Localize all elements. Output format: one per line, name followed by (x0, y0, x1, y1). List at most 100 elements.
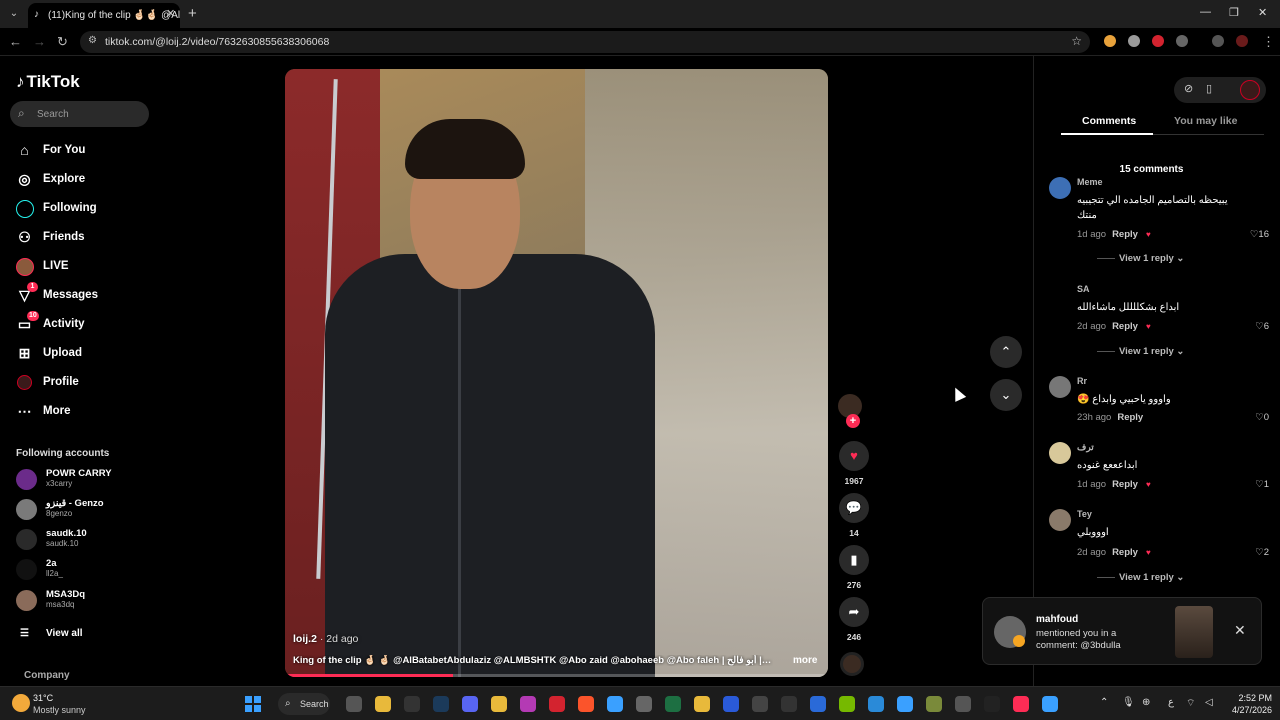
reply-button[interactable]: Reply (1117, 412, 1143, 423)
video-player[interactable]: loij.2 · 2d ago King of the clip 🤞🏻 🤞🏻 @… (285, 69, 828, 677)
tray-app-icon[interactable]: ⊕ (1142, 697, 1150, 708)
comment-like[interactable]: ♡16 (1250, 229, 1269, 240)
account-item[interactable]: POWR CARRY x3carry (16, 467, 156, 493)
extension-red-icon[interactable] (1152, 35, 1164, 47)
next-video-chevron-down-icon[interactable]: ⌄ (990, 379, 1022, 411)
music-disc-icon[interactable] (840, 652, 864, 676)
company-link[interactable]: Company (24, 670, 70, 681)
discord-icon[interactable] (462, 696, 478, 712)
browser-menu-icon[interactable]: ⋮ (1262, 34, 1275, 50)
reply-button[interactable]: Reply (1112, 321, 1138, 332)
browser-tab[interactable]: ♪ (11)King of the clip 🤞🏻🤞🏻 @Al… (28, 3, 180, 28)
restore-icon[interactable]: ❐ (1229, 6, 1239, 19)
bookmark-star-icon[interactable]: ☆ (1071, 34, 1082, 48)
nav-friends[interactable]: ⚇ Friends (16, 227, 156, 249)
new-tab-icon[interactable]: + (188, 5, 197, 22)
minimize-icon[interactable]: — (1200, 6, 1211, 18)
forward-icon[interactable]: → (33, 34, 46, 49)
tab-close-icon[interactable]: ✕ (166, 7, 175, 20)
nav-upload[interactable]: ⊞ Upload (16, 343, 156, 365)
comment-user[interactable]: Rr (1077, 376, 1087, 386)
close-window-icon[interactable]: ✕ (1258, 6, 1267, 19)
device-icon[interactable]: ▯ (1206, 82, 1212, 95)
bookmark-icon[interactable]: ▮ (839, 545, 869, 575)
nav-following[interactable]: Following (16, 198, 156, 220)
comment-user[interactable]: Meme (1077, 177, 1103, 187)
windows-start-icon[interactable] (245, 696, 261, 712)
account-item[interactable]: 2a ll2a_ (16, 557, 156, 583)
mention-notification[interactable]: mahfoud mentioned you in a comment: @3bd… (982, 597, 1262, 665)
epic-games-icon[interactable] (404, 696, 420, 712)
comment-like[interactable]: ♡2 (1255, 547, 1269, 558)
app-icon[interactable] (723, 696, 739, 712)
account-item[interactable]: قينزو - Genzo 8genzo (16, 497, 156, 523)
video-author[interactable]: loij.2 · 2d ago (293, 633, 358, 645)
like-heart-icon[interactable]: ♥ (839, 441, 869, 471)
follow-plus-icon[interactable]: + (846, 414, 860, 428)
comment-avatar[interactable] (1049, 177, 1071, 199)
excel-icon[interactable] (665, 696, 681, 712)
steam-icon[interactable] (433, 696, 449, 712)
nav-messages[interactable]: ▽ 1 Messages (16, 282, 156, 307)
app-icon[interactable] (694, 696, 710, 712)
microphone-icon[interactable]: 🎙 (1122, 697, 1135, 708)
app-icon[interactable] (926, 696, 942, 712)
compass-icon[interactable]: ⊘ (1184, 82, 1193, 95)
capcut-icon[interactable] (781, 696, 797, 712)
comment-user[interactable]: ترف (1077, 442, 1094, 453)
reply-button[interactable]: Reply (1112, 479, 1138, 490)
nav-explore[interactable]: ◎ Explore (16, 169, 156, 191)
app-icon[interactable] (752, 696, 768, 712)
tab-comments[interactable]: Comments (1082, 115, 1136, 127)
brave-icon[interactable] (578, 696, 594, 712)
comment-avatar[interactable] (1049, 509, 1071, 531)
app-icon[interactable] (955, 696, 971, 712)
nav-profile[interactable]: Profile (16, 372, 156, 394)
nav-for-you[interactable]: ⌂ For You (16, 140, 156, 162)
comment-like[interactable]: ♡6 (1255, 321, 1269, 332)
caption-more-button[interactable]: more (793, 655, 817, 666)
reply-button[interactable]: Reply (1112, 229, 1138, 240)
comment-like[interactable]: ♡1 (1255, 479, 1269, 490)
previous-video-chevron-up-icon[interactable]: ⌃ (990, 336, 1022, 368)
comment-avatar[interactable] (1049, 442, 1071, 464)
account-item[interactable]: MSA3Dq msa3dq (16, 588, 156, 614)
wifi-icon[interactable]: ⌔ (1186, 697, 1195, 710)
volume-icon[interactable]: ◁ (1205, 697, 1213, 708)
extension-shield-icon[interactable] (1128, 35, 1140, 47)
keyboard-language[interactable]: ع (1168, 697, 1174, 708)
comment-user[interactable]: Tey (1077, 509, 1092, 519)
comment-icon[interactable]: 💬 (839, 493, 869, 523)
view-replies-button[interactable]: View 1 reply ⌄ (1097, 253, 1184, 264)
reload-icon[interactable]: ↻ (57, 34, 68, 50)
comment-avatar[interactable] (1049, 284, 1071, 306)
reply-button[interactable]: Reply (1112, 547, 1138, 558)
adobe-icon[interactable] (549, 696, 565, 712)
notification-close-icon[interactable]: ✕ (1234, 622, 1246, 639)
clock-date[interactable]: 4/27/2026 (1224, 705, 1272, 715)
app-icon[interactable] (1042, 696, 1058, 712)
capcut-icon[interactable] (984, 696, 1000, 712)
app-icon[interactable] (897, 696, 913, 712)
view-replies-button[interactable]: View 1 reply ⌄ (1097, 572, 1184, 583)
account-item[interactable]: saudk.10 saudk.10 (16, 527, 156, 553)
chrome-icon[interactable] (607, 696, 623, 712)
tiktok-icon[interactable] (1013, 696, 1029, 712)
nav-more[interactable]: ⋯ More (16, 401, 156, 423)
app-icon[interactable] (520, 696, 536, 712)
task-view-icon[interactable] (346, 696, 362, 712)
tab-you-may-like[interactable]: You may like (1174, 115, 1237, 127)
taskbar-search-button[interactable]: ⌕ Search (278, 693, 330, 715)
back-icon[interactable]: ← (9, 34, 22, 49)
tray-chevron-up-icon[interactable]: ⌃ (1100, 697, 1108, 708)
share-arrow-icon[interactable]: ➦ (839, 597, 869, 627)
app-icon[interactable] (636, 696, 652, 712)
nav-live[interactable]: LIVE (16, 256, 156, 278)
url-bar[interactable]: ⚙ tiktok.com/@loij.2/video/7632630855638… (80, 31, 1090, 53)
nvidia-icon[interactable] (839, 696, 855, 712)
search-box[interactable]: ⌕ (10, 101, 149, 127)
reading-list-icon[interactable] (1212, 35, 1224, 47)
search-input[interactable] (37, 106, 142, 122)
extensions-puzzle-icon[interactable] (1176, 35, 1188, 47)
clock-time[interactable]: 2:52 PM (1230, 693, 1272, 703)
